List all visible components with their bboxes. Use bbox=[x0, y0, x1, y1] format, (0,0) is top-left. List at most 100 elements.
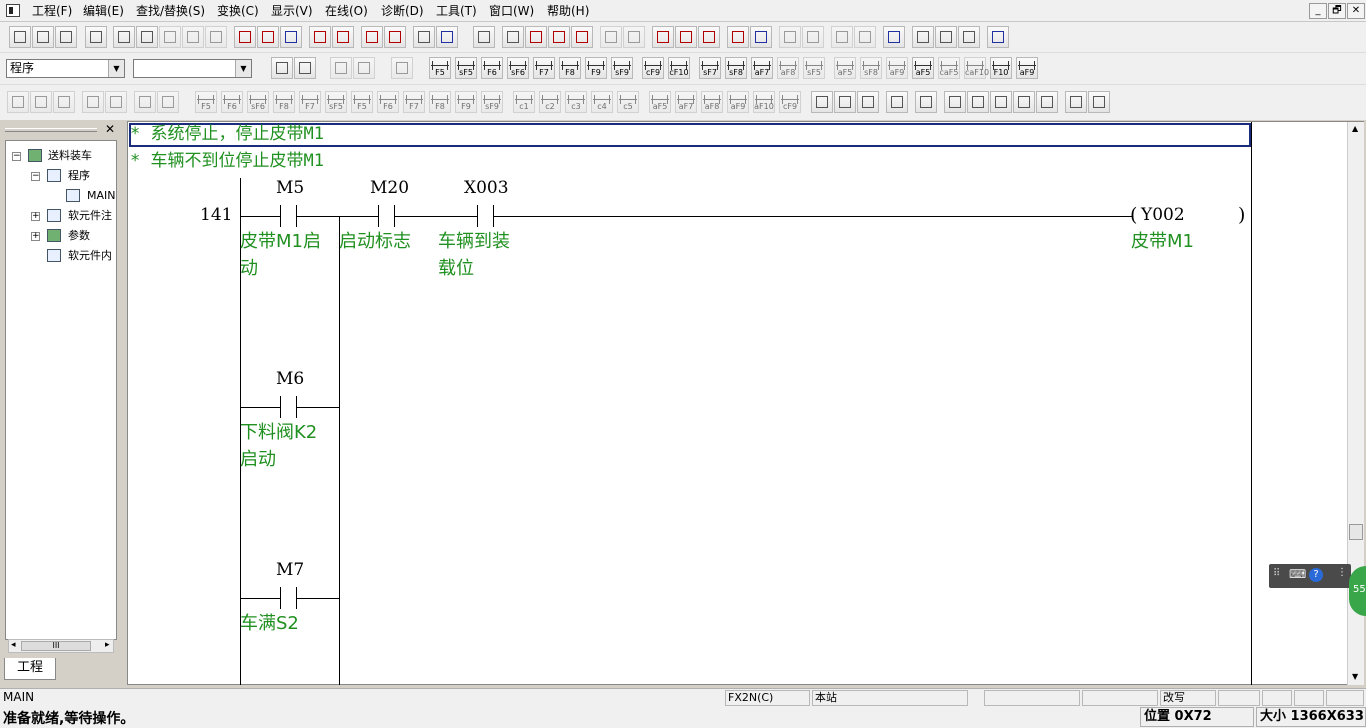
ladder-key-21[interactable]: F10 bbox=[990, 57, 1012, 79]
device-test-icon[interactable] bbox=[750, 26, 772, 48]
contact-m6-left[interactable] bbox=[280, 396, 281, 418]
binoculars-icon[interactable] bbox=[811, 91, 833, 113]
write-plc-icon[interactable] bbox=[309, 26, 331, 48]
ladder-key-17[interactable]: aF9 bbox=[886, 57, 908, 79]
menu-find-replace[interactable]: 查找/替换(S) bbox=[136, 3, 205, 19]
ladder-key-0[interactable]: F5 bbox=[429, 57, 451, 79]
tree-item-device-comment[interactable]: 软元件注 bbox=[68, 209, 116, 223]
restore-button[interactable]: 🗗 bbox=[1328, 3, 1346, 19]
redo-icon[interactable] bbox=[205, 26, 227, 48]
find-instruction-icon[interactable] bbox=[257, 26, 279, 48]
ladder-key-8[interactable]: cF9 bbox=[642, 57, 664, 79]
print-icon[interactable] bbox=[85, 26, 107, 48]
bar-chart-icon[interactable] bbox=[1013, 91, 1035, 113]
ladder-monitor-icon[interactable] bbox=[525, 26, 547, 48]
ladder-key-14[interactable]: sF5 bbox=[803, 57, 825, 79]
sfc-transition-icon[interactable] bbox=[30, 91, 52, 113]
step-out-icon[interactable] bbox=[802, 26, 824, 48]
statement-edit-icon[interactable] bbox=[294, 57, 316, 79]
ladder-key-7[interactable]: sF9 bbox=[611, 57, 633, 79]
sfc-key-4[interactable]: F7 bbox=[299, 91, 321, 113]
ime-toolbar[interactable]: ⠿ ⌨ ? ⋮ bbox=[1269, 564, 1351, 588]
sfc-key-5[interactable]: sF5 bbox=[325, 91, 347, 113]
menu-project[interactable]: 工程(F) bbox=[32, 3, 72, 19]
ladder-view-icon[interactable] bbox=[473, 26, 495, 48]
menu-window[interactable]: 窗口(W) bbox=[489, 3, 534, 19]
panel-grip[interactable] bbox=[5, 128, 97, 132]
sfc-jump-icon[interactable] bbox=[105, 91, 127, 113]
statement-comment[interactable]: * 车辆不到位停止皮带M1 bbox=[130, 150, 324, 172]
sfc-icon[interactable] bbox=[854, 26, 876, 48]
sfc-key-17[interactable]: aF5 bbox=[649, 91, 671, 113]
scroll-thumb[interactable]: III bbox=[21, 641, 91, 651]
sfc-key-14[interactable]: c3 bbox=[565, 91, 587, 113]
write-mode-icon[interactable] bbox=[330, 57, 352, 79]
menu-help[interactable]: 帮助(H) bbox=[547, 3, 589, 19]
sfc-key-1[interactable]: F6 bbox=[221, 91, 243, 113]
hand-icon[interactable] bbox=[1088, 91, 1110, 113]
sfc-step-icon[interactable] bbox=[7, 91, 29, 113]
ladder-key-18[interactable]: aF5 bbox=[912, 57, 934, 79]
ladder-key-9[interactable]: cF10 bbox=[668, 57, 690, 79]
sfc-key-21[interactable]: aF10 bbox=[753, 91, 775, 113]
scroll-left-icon[interactable]: ◂ bbox=[11, 640, 16, 650]
sfc-key-13[interactable]: c2 bbox=[539, 91, 561, 113]
ladder-edit-icon[interactable] bbox=[502, 26, 524, 48]
document-icon[interactable] bbox=[1065, 91, 1087, 113]
panel-close-icon[interactable]: ✕ bbox=[105, 122, 115, 136]
screen-icon[interactable] bbox=[987, 26, 1009, 48]
entry-data-icon[interactable] bbox=[600, 26, 622, 48]
ladder-key-1[interactable]: sF5 bbox=[455, 57, 477, 79]
entry-device-icon[interactable] bbox=[623, 26, 645, 48]
ime-badge[interactable]: 55 bbox=[1349, 566, 1366, 616]
contact-m5-left[interactable] bbox=[280, 205, 281, 227]
ladder-key-3[interactable]: sF6 bbox=[507, 57, 529, 79]
statement-comment[interactable]: * 系统停止，停止皮带M1 bbox=[130, 123, 324, 145]
ladder-key-10[interactable]: sF7 bbox=[699, 57, 721, 79]
tree-item-main[interactable]: MAIN bbox=[87, 189, 117, 203]
tree-item-project[interactable]: 送料装车 bbox=[48, 149, 92, 163]
ladder-key-6[interactable]: F9 bbox=[585, 57, 607, 79]
tree-item-device-memory[interactable]: 软元件内 bbox=[68, 249, 116, 263]
paste-icon[interactable] bbox=[159, 26, 181, 48]
menu-online[interactable]: 在线(O) bbox=[325, 3, 368, 19]
zoom-in-icon[interactable] bbox=[361, 26, 383, 48]
minimize-button[interactable]: _ bbox=[1309, 3, 1327, 19]
save-icon[interactable] bbox=[55, 26, 77, 48]
help-icon[interactable]: ? bbox=[1309, 568, 1323, 582]
sfc-key-8[interactable]: F7 bbox=[403, 91, 425, 113]
graph-icon[interactable] bbox=[990, 91, 1012, 113]
new-icon[interactable] bbox=[9, 26, 31, 48]
read-plc-icon[interactable] bbox=[332, 26, 354, 48]
menu-view[interactable]: 显示(V) bbox=[271, 3, 313, 19]
ladder-key-16[interactable]: sF8 bbox=[860, 57, 882, 79]
menu-convert[interactable]: 变换(C) bbox=[217, 3, 259, 19]
align-icon[interactable] bbox=[912, 26, 934, 48]
print-block-icon[interactable] bbox=[967, 91, 989, 113]
ladder-key-5[interactable]: F8 bbox=[559, 57, 581, 79]
ladder-editor[interactable]: * 系统停止，停止皮带M1 * 车辆不到位停止皮带M1 141 M5 M20 X… bbox=[127, 121, 1364, 685]
sfc-key-19[interactable]: aF8 bbox=[701, 91, 723, 113]
ladder-key-4[interactable]: F7 bbox=[533, 57, 555, 79]
expand-icon[interactable]: + bbox=[31, 232, 40, 241]
undo-icon[interactable] bbox=[182, 26, 204, 48]
sfc-down-icon[interactable] bbox=[157, 91, 179, 113]
scroll-thumb[interactable] bbox=[1349, 524, 1363, 540]
contact-m20-left[interactable] bbox=[378, 205, 379, 227]
pointer-icon[interactable] bbox=[915, 91, 937, 113]
ladder-key-15[interactable]: aF5 bbox=[834, 57, 856, 79]
sfc-key-2[interactable]: sF6 bbox=[247, 91, 269, 113]
ladder-key-20[interactable]: caF10 bbox=[964, 57, 989, 79]
ladder-key-11[interactable]: sF8 bbox=[725, 57, 747, 79]
close-button[interactable]: ✕ bbox=[1347, 3, 1365, 19]
monitor-icon[interactable] bbox=[436, 26, 458, 48]
contact-x003-left[interactable] bbox=[477, 205, 478, 227]
scroll-up-icon[interactable]: ▲ bbox=[1352, 124, 1358, 133]
monitor-stop-icon[interactable] bbox=[571, 26, 593, 48]
trend-icon[interactable] bbox=[886, 91, 908, 113]
sfc-key-0[interactable]: F5 bbox=[195, 91, 217, 113]
expand-icon[interactable]: + bbox=[31, 212, 40, 221]
sfc-key-12[interactable]: c1 bbox=[513, 91, 535, 113]
block-select[interactable]: ▼ bbox=[133, 59, 252, 78]
tab-project[interactable]: 工程 bbox=[4, 658, 56, 680]
